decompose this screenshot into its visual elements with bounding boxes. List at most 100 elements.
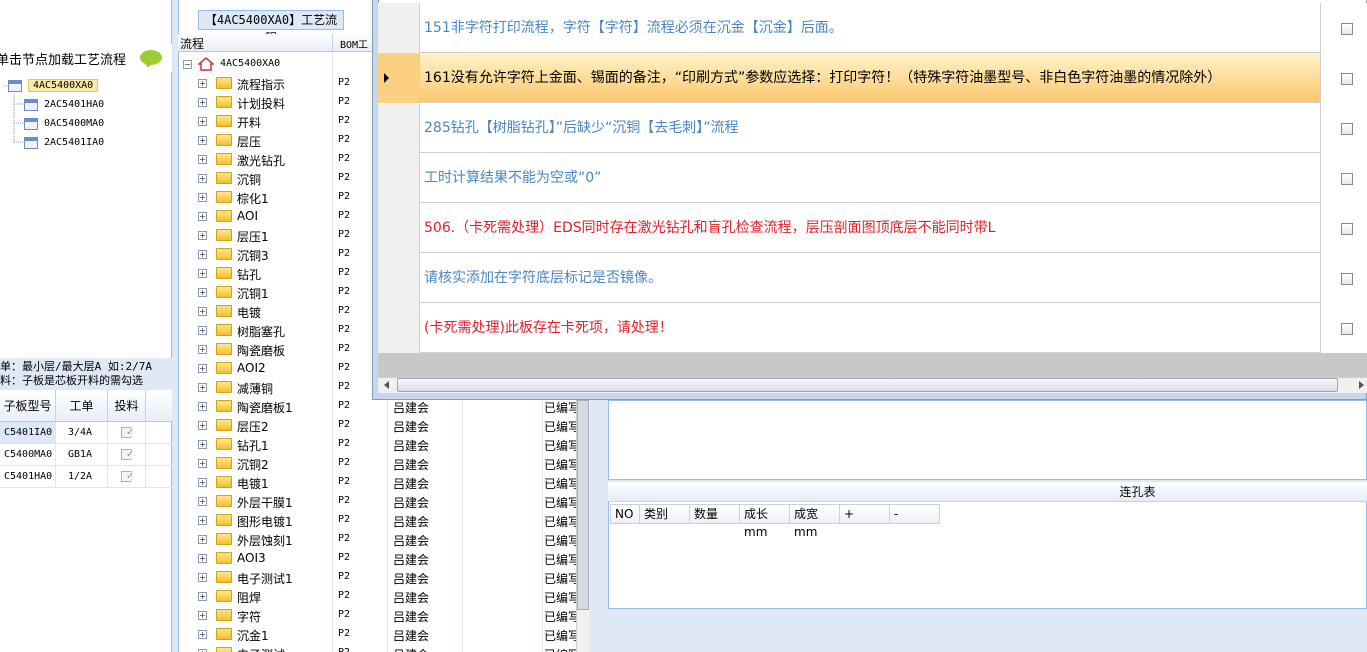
remove-row-button[interactable]: - <box>890 504 940 524</box>
expand-icon[interactable]: + <box>198 193 207 202</box>
process-step-row[interactable]: + 钻孔1 P2 吕建会 已编写 <box>178 435 604 454</box>
expand-icon[interactable]: + <box>198 478 207 487</box>
tree-node-label: 2AC5401HA0 <box>44 99 105 110</box>
scroll-left-icon[interactable] <box>384 381 389 389</box>
lian-col-header[interactable]: NO <box>610 504 640 524</box>
expand-icon[interactable]: + <box>198 630 207 639</box>
expand-icon[interactable]: + <box>198 440 207 449</box>
row-checkbox[interactable] <box>1341 173 1353 185</box>
lian-col-header[interactable]: 成宽mm <box>790 504 840 539</box>
process-step-row[interactable]: + 外层蚀刻1 P2 吕建会 已编写 <box>178 530 604 549</box>
process-step-row[interactable]: + AOI3 P2 吕建会 已编写 <box>178 549 604 568</box>
expand-icon[interactable]: + <box>198 497 207 506</box>
expand-icon[interactable]: + <box>198 155 207 164</box>
expand-icon[interactable]: + <box>198 421 207 430</box>
process-step-row[interactable]: +电子测试P2吕建会已编写 <box>178 644 604 652</box>
feed-checkbox[interactable]: ✓ <box>121 449 134 460</box>
add-row-button[interactable]: + <box>840 504 890 524</box>
lian-col-header[interactable]: 成长mm <box>740 504 790 539</box>
process-step-author: 吕建会 <box>393 496 430 510</box>
col-header-order[interactable]: 工单 <box>56 390 108 421</box>
expand-icon[interactable]: + <box>198 117 207 126</box>
row-checkbox[interactable] <box>1341 223 1353 235</box>
row-checkbox[interactable] <box>1341 273 1353 285</box>
expand-icon[interactable]: + <box>198 174 207 183</box>
row-indicator[interactable] <box>378 203 420 253</box>
expand-icon[interactable]: + <box>198 364 207 373</box>
expand-icon[interactable]: + <box>198 402 207 411</box>
left-note-line: 单：最小层/最大层A 如:2/7A <box>0 360 152 373</box>
tree-node-child[interactable]: 2AC5401IA0 <box>24 133 104 152</box>
process-step-row[interactable]: + 沉金1 P2 吕建会 已编写 <box>178 625 604 644</box>
tree-node-child[interactable]: 0AC5400MA0 <box>24 114 104 133</box>
expand-icon[interactable]: + <box>198 326 207 335</box>
expand-icon[interactable]: + <box>198 250 207 259</box>
process-step-row[interactable]: + 电镀1 P2 吕建会 已编写 <box>178 473 604 492</box>
scrollbar-thumb[interactable] <box>397 378 1338 392</box>
process-step-row[interactable]: + 层压2 P2 吕建会 已编写 <box>178 416 604 435</box>
process-step-row[interactable]: + 字符 P2 吕建会 已编写 <box>178 606 604 625</box>
process-step-row[interactable]: + 图形电镀1 P2 吕建会 已编写 <box>178 511 604 530</box>
process-step-status: 已编写 <box>544 420 581 434</box>
row-indicator[interactable] <box>378 103 420 153</box>
row-checkbox[interactable] <box>1341 73 1353 85</box>
row-checkbox[interactable] <box>1341 323 1353 335</box>
collapse-icon[interactable]: − <box>183 60 192 69</box>
col-header-feed[interactable]: 投料 <box>108 390 146 421</box>
row-indicator[interactable] <box>378 53 420 103</box>
expand-icon[interactable]: + <box>198 611 207 620</box>
row-checkbox[interactable] <box>1341 123 1353 135</box>
process-step-row[interactable]: + 阻焊 P2 吕建会 已编写 <box>178 587 604 606</box>
expand-icon[interactable]: + <box>198 535 207 544</box>
expand-icon[interactable]: + <box>198 231 207 240</box>
check-result-row[interactable]: 506.（卡死需处理）EDS同时存在激光钻孔和盲孔检查流程，层压剖面图顶底层不能… <box>378 203 1367 253</box>
expand-icon[interactable]: + <box>198 573 207 582</box>
process-step-name: 层压 <box>237 135 262 149</box>
expand-icon[interactable]: + <box>198 554 207 563</box>
expand-icon[interactable]: + <box>198 212 207 221</box>
table-row[interactable]: C5401HA0 1/2A ✓ <box>0 466 172 488</box>
expand-icon[interactable]: + <box>198 592 207 601</box>
tree-node-child[interactable]: 2AC5401HA0 <box>24 95 104 114</box>
comment-bubble-icon[interactable] <box>140 50 162 68</box>
process-step-row[interactable]: + 外层干膜1 P2 吕建会 已编写 <box>178 492 604 511</box>
expand-icon[interactable]: + <box>198 383 207 392</box>
scroll-right-icon[interactable] <box>1359 381 1364 389</box>
process-step-row[interactable]: + 沉铜2 P2 吕建会 已编写 <box>178 454 604 473</box>
table-row[interactable]: C5401IA0 3/4A ✓ <box>0 422 172 444</box>
lian-col-header[interactable]: 数量 <box>690 504 740 524</box>
row-indicator[interactable] <box>378 153 420 203</box>
expand-icon[interactable]: + <box>198 288 207 297</box>
col-header-bom[interactable]: BOM工 <box>340 36 368 51</box>
feed-checkbox[interactable]: ✓ <box>121 471 134 482</box>
table-row[interactable]: C5400MA0 GB1A ✓ <box>0 444 172 466</box>
feed-checkbox[interactable]: ✓ <box>121 427 134 438</box>
col-header-model[interactable]: 子板型号 <box>0 390 56 421</box>
check-result-row[interactable]: 请核实添加在字符底层标记是否镜像。 <box>378 253 1367 303</box>
check-result-row[interactable]: 161没有允许字符上金面、锡面的备注，“印刷方式”参数应选择：打印字符！（特殊字… <box>378 53 1367 103</box>
expand-icon[interactable]: + <box>198 98 207 107</box>
tree-node-root[interactable]: 4AC5400XA0 <box>8 76 99 95</box>
expand-icon[interactable]: + <box>198 459 207 468</box>
check-result-row[interactable]: (卡死需处理)此板存在卡死项，请处理！ <box>378 303 1367 353</box>
expand-icon[interactable]: + <box>198 136 207 145</box>
lian-col-header[interactable]: 类别 <box>640 504 690 524</box>
scrollbar-thumb[interactable] <box>577 400 589 610</box>
expand-icon[interactable]: + <box>198 79 207 88</box>
check-result-row[interactable]: 285钻孔【树脂钻孔】”后缺少“沉铜【去毛刺】”流程 <box>378 103 1367 153</box>
expand-icon[interactable]: + <box>198 269 207 278</box>
check-result-row[interactable]: 工时计算结果不能为空或“0” <box>378 153 1367 203</box>
check-result-row[interactable]: 151非字符打印流程，字符【字符】流程必须在沉金【沉金】后面。 <box>378 3 1367 53</box>
row-indicator[interactable] <box>378 3 420 53</box>
check-result-message: 506.（卡死需处理）EDS同时存在激光钻孔和盲孔检查流程，层压剖面图顶底层不能… <box>424 220 996 236</box>
expand-icon[interactable]: + <box>198 516 207 525</box>
row-indicator[interactable] <box>378 303 420 353</box>
row-indicator[interactable] <box>378 253 420 303</box>
expand-icon[interactable]: + <box>198 307 207 316</box>
process-step-row[interactable]: + 电子测试1 P2 吕建会 已编写 <box>178 568 604 587</box>
col-header-flow[interactable]: 流程 <box>180 35 204 52</box>
row-checkbox[interactable] <box>1341 23 1353 35</box>
process-step-name: 棕化1 <box>237 192 269 206</box>
middle-splitter[interactable] <box>590 380 604 652</box>
expand-icon[interactable]: + <box>198 345 207 354</box>
